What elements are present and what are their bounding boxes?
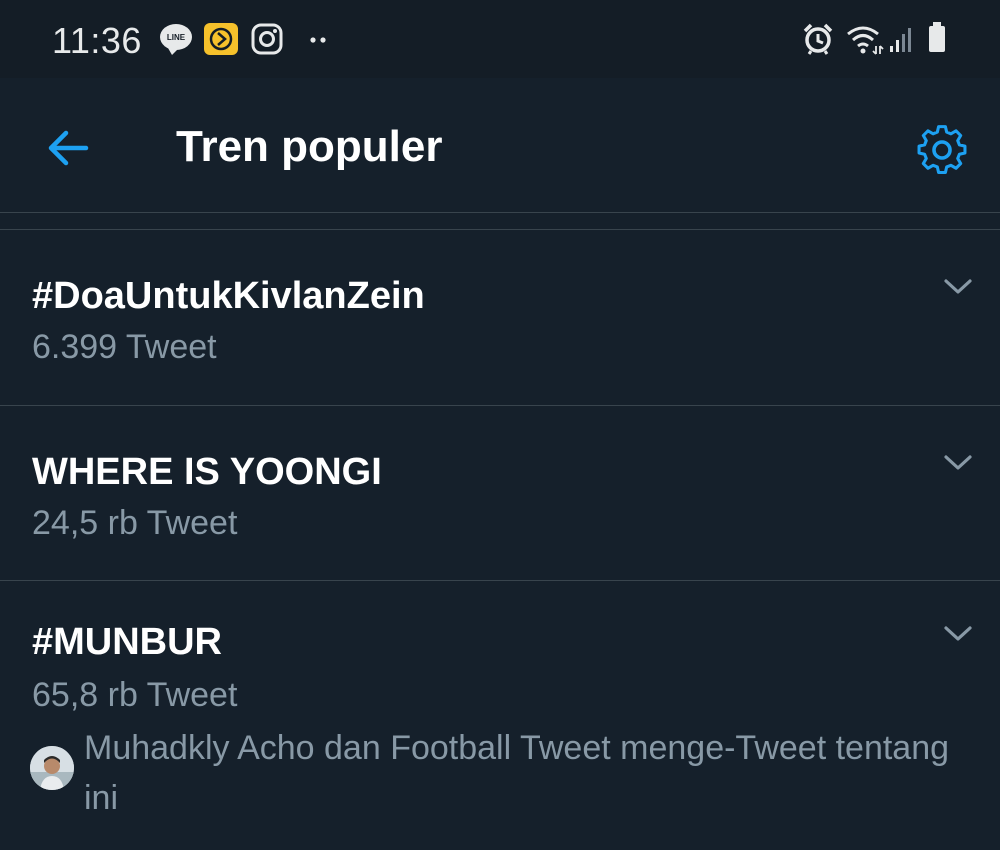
top-app-bar: Tren populer <box>0 78 1000 212</box>
gear-icon[interactable] <box>912 120 972 180</box>
alarm-icon <box>803 23 833 55</box>
instagram-icon <box>251 23 283 55</box>
line-icon: LINE <box>160 24 192 55</box>
social-context-text: Muhadkly Acho dan Football Tweet menge-T… <box>84 729 950 817</box>
status-time: 11:36 <box>52 20 142 61</box>
avatar-image <box>30 746 74 790</box>
trend-name: WHERE IS YOONGI <box>32 451 382 493</box>
trend-name: #DoaUntukKivlanZein <box>32 275 425 317</box>
more-notifications-icon <box>310 37 326 43</box>
trend-item[interactable]: #DoaUntukKivlanZein 6.399 Tweet <box>0 230 1000 405</box>
wifi-icon <box>847 26 884 55</box>
notification-icons: LINE <box>160 23 326 55</box>
tweet-count: 6.399 Tweet <box>32 328 217 366</box>
battery-icon <box>929 22 945 52</box>
trend-item[interactable]: WHERE IS YOONGI 24,5 rb Tweet <box>0 406 1000 580</box>
system-status-icons <box>803 22 945 55</box>
header-divider <box>0 212 1000 213</box>
yellow-app-icon <box>204 23 238 55</box>
chevron-down-icon[interactable] <box>942 276 974 298</box>
page-title: Tren populer <box>176 122 443 171</box>
chevron-down-icon[interactable] <box>942 623 974 645</box>
tweet-count: 65,8 rb Tweet <box>32 676 238 714</box>
avatar <box>30 746 74 790</box>
tweet-count: 24,5 rb Tweet <box>32 504 238 542</box>
status-bar: 11:36 LINE <box>0 0 1000 78</box>
trend-name: #MUNBUR <box>32 621 222 663</box>
signal-icon <box>890 28 911 52</box>
line-badge-text: LINE <box>167 33 186 42</box>
arrow-left-icon[interactable] <box>38 118 98 178</box>
chevron-down-icon[interactable] <box>942 452 974 474</box>
trend-item[interactable]: #MUNBUR 65,8 rb Tweet Muhadkly Acho dan … <box>0 581 1000 847</box>
